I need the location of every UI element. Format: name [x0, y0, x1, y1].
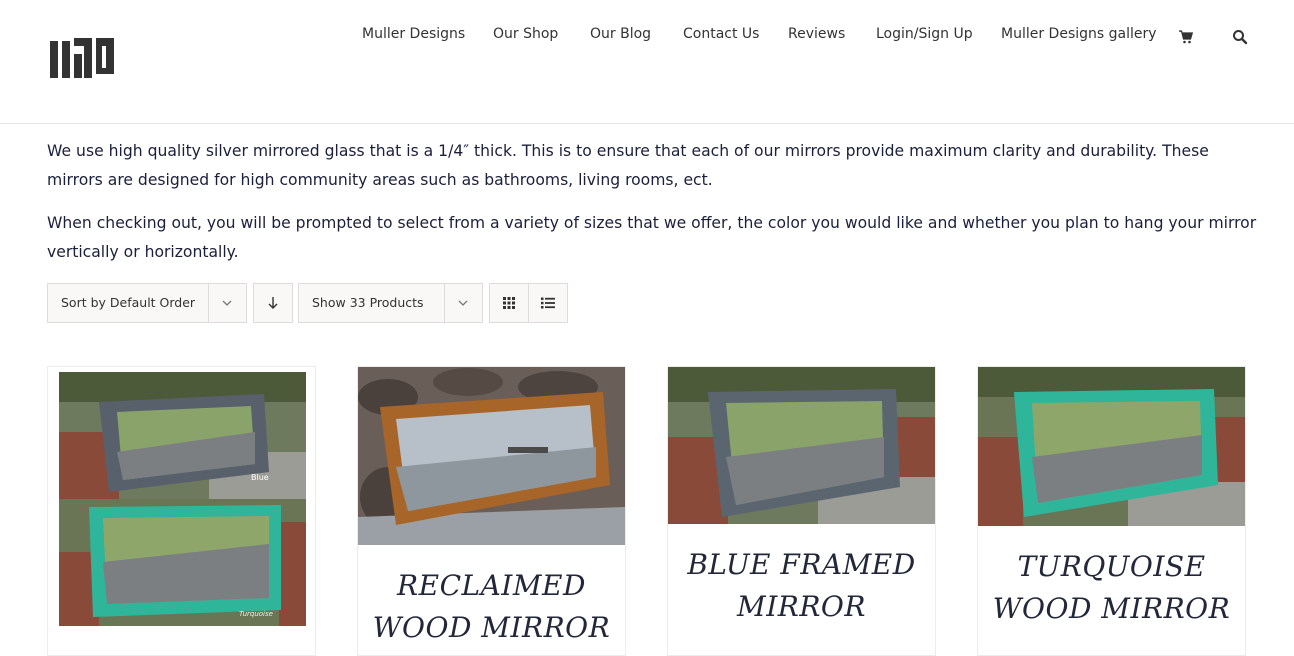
nav-gallery[interactable]: Muller Designs gallery — [1001, 26, 1157, 42]
description-paragraph-2: When checking out, you will be prompted … — [47, 214, 1257, 261]
product-title[interactable]: TURQUOISE WOOD MIRROR — [978, 546, 1245, 630]
list-view-icon — [541, 297, 555, 309]
arrow-down-icon — [268, 297, 278, 309]
search-icon[interactable] — [1232, 28, 1248, 46]
product-card[interactable]: TURQUOISE WOOD MIRROR — [977, 366, 1246, 656]
list-view-button[interactable] — [528, 283, 568, 323]
products-per-page-label: Show 33 Products — [312, 295, 424, 310]
nav-contact-us[interactable]: Contact Us — [683, 26, 759, 42]
sort-order-label: Sort by Default Order — [61, 295, 196, 310]
sort-direction-button[interactable] — [253, 283, 293, 323]
divider — [208, 284, 209, 322]
products-per-page-dropdown[interactable]: Show 33 Products — [298, 283, 483, 323]
chevron-down-icon — [458, 300, 468, 306]
nav-our-blog[interactable]: Our Blog — [590, 26, 651, 42]
product-image[interactable] — [978, 367, 1245, 526]
product-title[interactable]: BLUE FRAMED MIRROR — [668, 544, 935, 628]
chevron-down-icon — [222, 300, 232, 306]
product-card[interactable]: BLUE FRAMED MIRROR — [667, 366, 936, 656]
nav-reviews[interactable]: Reviews — [788, 26, 845, 42]
product-image[interactable] — [668, 367, 935, 524]
divider — [444, 284, 445, 322]
grid-view-button[interactable] — [489, 283, 529, 323]
nav-login-signup[interactable]: Login/Sign Up — [876, 26, 973, 42]
description-paragraph-1: We use high quality silver mirrored glas… — [47, 142, 1209, 189]
site-header: Muller Designs Our Shop Our Blog Contact… — [0, 0, 1294, 124]
nav-muller-designs[interactable]: Muller Designs — [362, 26, 465, 42]
product-image[interactable]: Blue Turquoise — [59, 372, 306, 626]
category-description: We use high quality silver mirrored glas… — [47, 137, 1257, 281]
sort-order-dropdown[interactable]: Sort by Default Order — [47, 283, 247, 323]
product-card[interactable]: RECLAIMED WOOD MIRROR — [357, 366, 626, 656]
cart-icon[interactable] — [1178, 28, 1194, 46]
grid-view-icon — [503, 297, 515, 309]
nav-our-shop[interactable]: Our Shop — [493, 26, 558, 42]
image-label-turquoise: Turquoise — [239, 610, 273, 618]
site-logo[interactable] — [50, 36, 116, 78]
product-image[interactable] — [358, 367, 625, 545]
image-label-blue: Blue — [251, 473, 269, 482]
product-title[interactable]: RECLAIMED WOOD MIRROR — [358, 565, 625, 649]
product-card[interactable]: Blue Turquoise — [47, 366, 316, 656]
